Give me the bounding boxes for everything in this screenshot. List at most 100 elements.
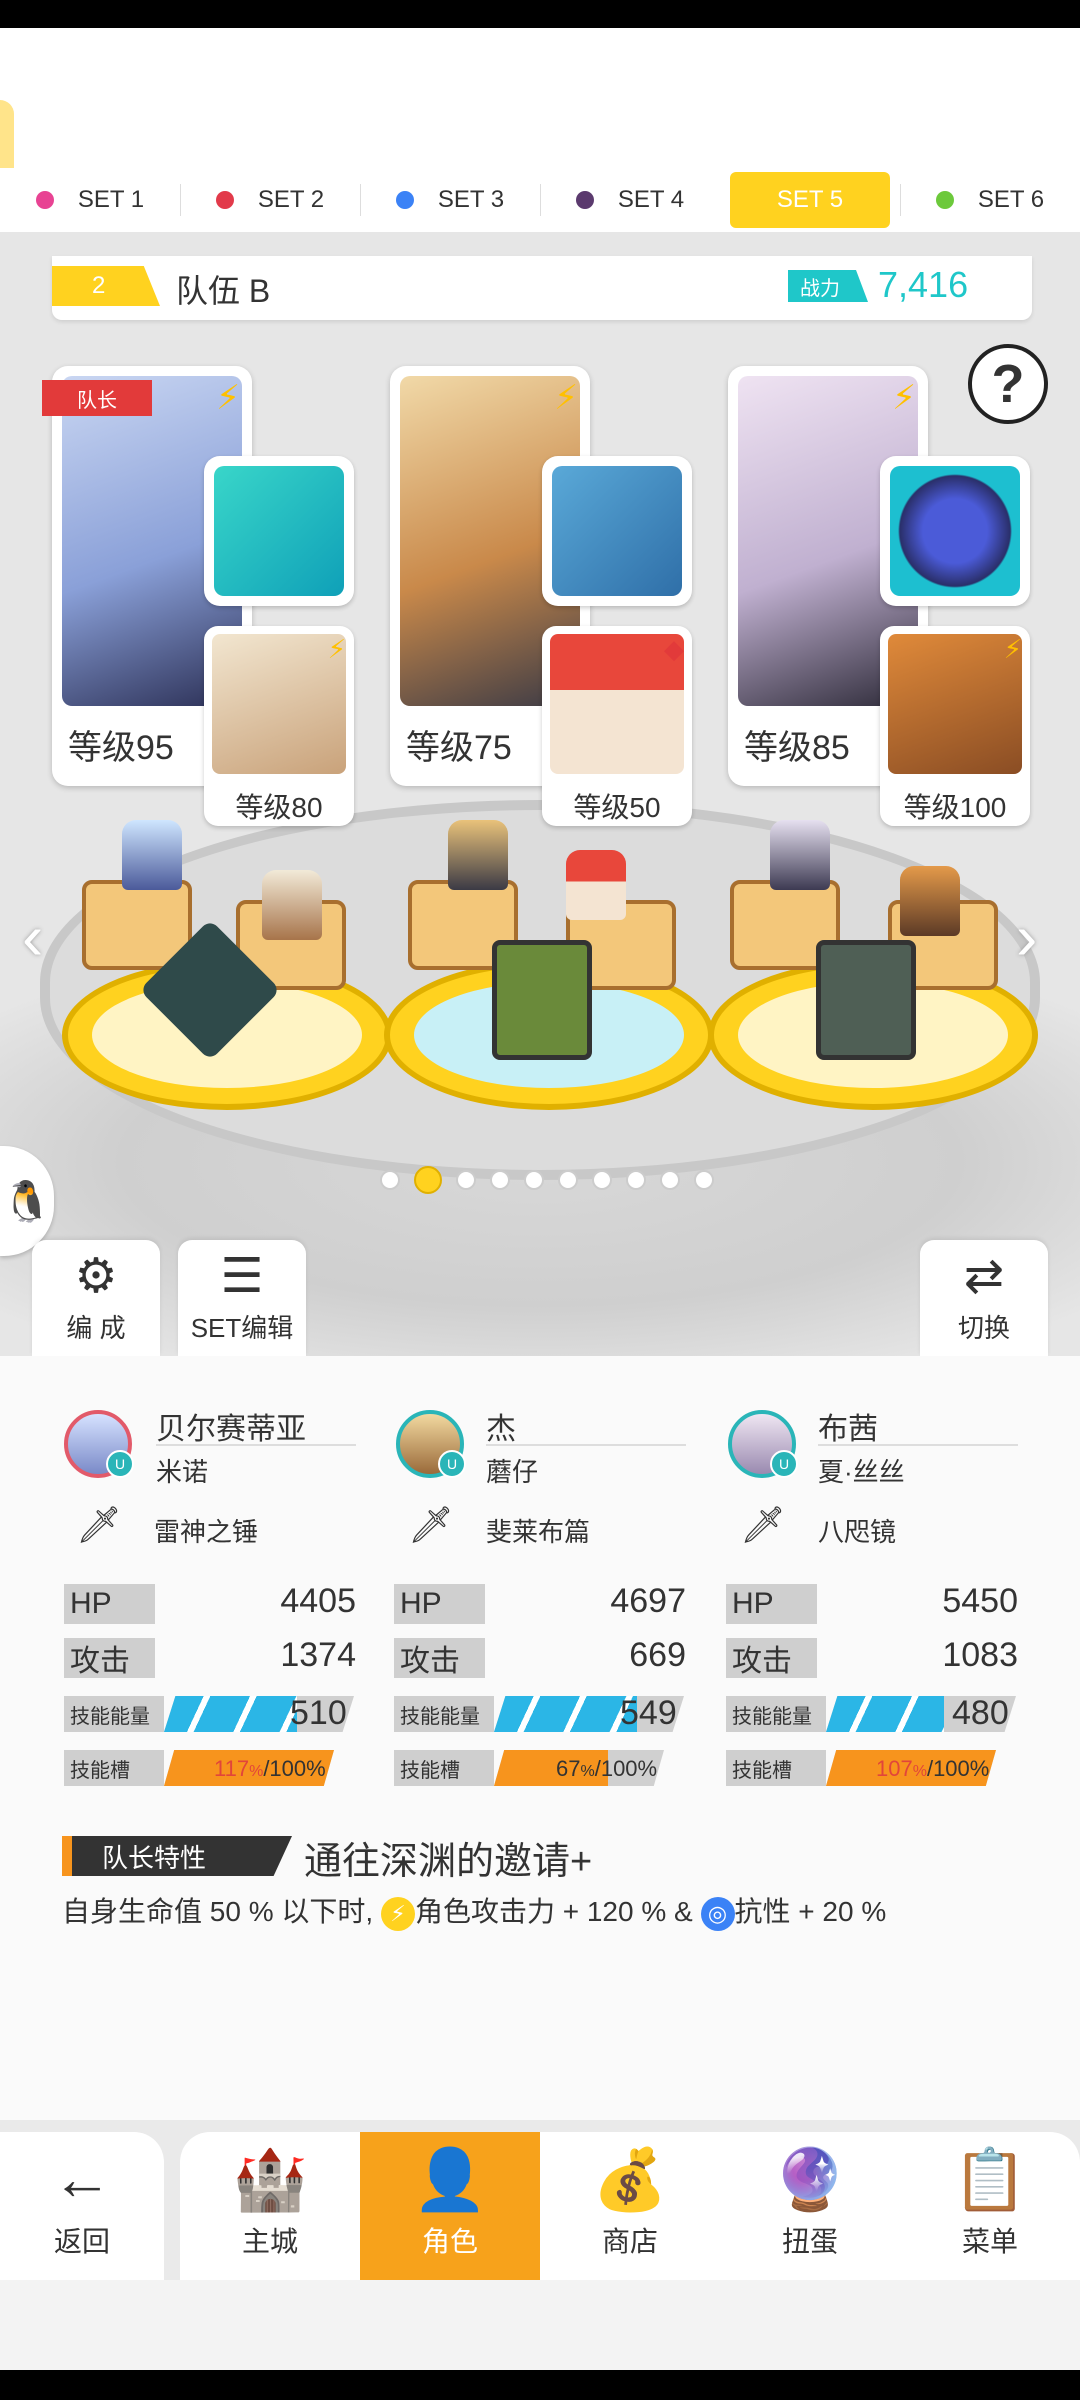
u-badge-icon: U <box>106 1450 134 1478</box>
nav-label: 返回 <box>53 2226 110 2257</box>
help-icon[interactable]: ? <box>968 344 1048 424</box>
hero-level: 等级95 <box>68 729 174 767</box>
nav-label: 主城 <box>241 2226 298 2257</box>
energy-fill <box>826 1696 944 1732</box>
weapon-slot-1[interactable] <box>204 456 354 606</box>
energy-label: 技能能量 <box>64 1696 164 1732</box>
page-dot-active[interactable] <box>414 1166 442 1194</box>
mirror-icon <box>890 466 1020 596</box>
hero-sprite <box>262 870 322 940</box>
nav-gacha[interactable]: 🔮 扭蛋 <box>720 2132 900 2280</box>
nav-menu[interactable]: 📋 菜单 <box>900 2132 1080 2280</box>
page-dot[interactable] <box>694 1170 714 1190</box>
page-dot[interactable] <box>456 1170 476 1190</box>
hero-level: 等级85 <box>744 729 850 767</box>
hero-sprite <box>448 820 508 890</box>
nav-main-city[interactable]: 🏰 主城 <box>180 2132 360 2280</box>
trait-desc-part: 自身生命值 50 % 以下时, <box>62 1896 374 1927</box>
energy-label: 技能能量 <box>394 1696 494 1732</box>
lightning-icon: ⚡ <box>216 379 240 417</box>
support-level: 等级50 <box>573 792 661 823</box>
attack-value: 1374 <box>280 1636 356 1674</box>
skill-slot-text: 117%/100% <box>214 1756 326 1782</box>
divider <box>818 1444 1018 1446</box>
lightning-icon: ⚡ <box>1003 634 1022 664</box>
page-dot[interactable] <box>380 1170 400 1190</box>
member-name: 杰 <box>486 1413 516 1446</box>
mushroom-sprite <box>566 850 626 920</box>
tab-set-4[interactable]: SET 4 <box>540 172 720 228</box>
member-name: 贝尔赛蒂亚 <box>156 1413 306 1446</box>
tab-label: SET 4 <box>617 186 685 213</box>
lightning-icon: ⚡ <box>327 634 346 664</box>
formation-label: 编 成 <box>66 1313 126 1343</box>
nav-back[interactable]: ← 返回 <box>0 2132 164 2280</box>
diamond-icon: ◆ <box>664 634 684 664</box>
tab-set-2[interactable]: SET 2 <box>180 172 360 228</box>
u-badge-icon: U <box>438 1450 466 1478</box>
hero-sprite <box>900 866 960 936</box>
weapon-slot-3[interactable] <box>880 456 1030 606</box>
leader-trait-description: 自身生命值 50 % 以下时, ⚡ 角色攻击力 + 120 % & ◎ 抗性 + 2… <box>62 1890 886 1931</box>
mirror-sprite <box>816 940 916 1060</box>
lightning-icon: ⚡ <box>892 379 916 417</box>
energy-value: 510 <box>290 1694 347 1732</box>
team-name[interactable]: 队伍 B <box>176 266 270 312</box>
list-icon: ☰ <box>220 1250 264 1303</box>
member-avatar[interactable]: U <box>64 1410 134 1478</box>
formation-button[interactable]: ⚙ 编 成 <box>32 1240 160 1356</box>
energy-fill <box>164 1696 297 1732</box>
weapon-name: 雷神之锤 <box>154 1517 259 1547</box>
set-edit-button[interactable]: ☰ SET编辑 <box>178 1240 306 1356</box>
skill-slot-label: 技能槽 <box>394 1750 494 1786</box>
tab-set-5[interactable]: SET 5 <box>730 172 890 228</box>
page-dot[interactable] <box>558 1170 578 1190</box>
nav-shop[interactable]: 💰 商店 <box>540 2132 720 2280</box>
support-card-3[interactable]: ⚡ 等级100 <box>880 626 1030 826</box>
tab-set-6[interactable]: SET 6 <box>900 172 1080 228</box>
page-dot[interactable] <box>660 1170 680 1190</box>
support-card-2[interactable]: ◆ 等级50 <box>542 626 692 826</box>
tab-label: SET 1 <box>77 186 145 213</box>
character-icon: 👤 <box>412 2146 488 2213</box>
lightning-icon: ⚡ <box>380 1896 415 1931</box>
gacha-icon: 🔮 <box>772 2146 848 2213</box>
member-avatar[interactable]: U <box>396 1410 466 1478</box>
page-dot[interactable] <box>490 1170 510 1190</box>
weapon-icon: 🗡 <box>740 1504 786 1545</box>
set-tabs: SET 1 SET 2 SET 3 SET 4 SET 5 SET 6 <box>0 168 1080 232</box>
nav-character[interactable]: 👤 角色 <box>360 2132 540 2280</box>
member-avatar[interactable]: U <box>728 1410 798 1478</box>
attack-label: 攻击 <box>64 1638 194 1678</box>
switch-button[interactable]: ⇄ 切换 <box>920 1240 1048 1356</box>
weapon-name: 斐莱布篇 <box>486 1517 591 1547</box>
weapon-slot-2[interactable] <box>542 456 692 606</box>
energy-label: 技能能量 <box>726 1696 826 1732</box>
support-card-1[interactable]: ⚡ 等级80 <box>204 626 354 826</box>
attack-label: 攻击 <box>394 1638 524 1678</box>
support-level: 等级100 <box>903 792 1007 823</box>
swap-icon: ⇄ <box>963 1250 1005 1303</box>
weapon-icon: 🗡 <box>408 1504 454 1545</box>
hammer-icon <box>214 466 344 596</box>
page-dot[interactable] <box>592 1170 612 1190</box>
trait-desc-part: 角色攻击力 + 120 % & <box>414 1896 693 1927</box>
hp-value: 5450 <box>942 1582 1018 1620</box>
tab-set-1[interactable]: SET 1 <box>0 172 180 228</box>
power-label: 战力 <box>788 270 868 302</box>
system-bottom-bar <box>0 2370 1080 2400</box>
slot-unit: % <box>912 1763 927 1780</box>
leader-trait-label: 队长特性 <box>62 1836 292 1876</box>
next-team-arrow-icon[interactable]: › <box>1016 900 1037 974</box>
status-bar <box>0 0 1080 28</box>
tab-set-3[interactable]: SET 3 <box>360 172 540 228</box>
slot-current: 67 <box>556 1756 581 1781</box>
nav-label: 商店 <box>601 2226 658 2257</box>
prev-team-arrow-icon[interactable]: ‹ <box>22 900 43 974</box>
page-dot[interactable] <box>524 1170 544 1190</box>
hero-sprite <box>122 820 182 890</box>
page-dot[interactable] <box>626 1170 646 1190</box>
slot-max: /100% <box>263 1756 326 1781</box>
member-subname: 夏·丝丝 <box>818 1457 905 1487</box>
lightning-icon: ⚡ <box>554 379 578 417</box>
